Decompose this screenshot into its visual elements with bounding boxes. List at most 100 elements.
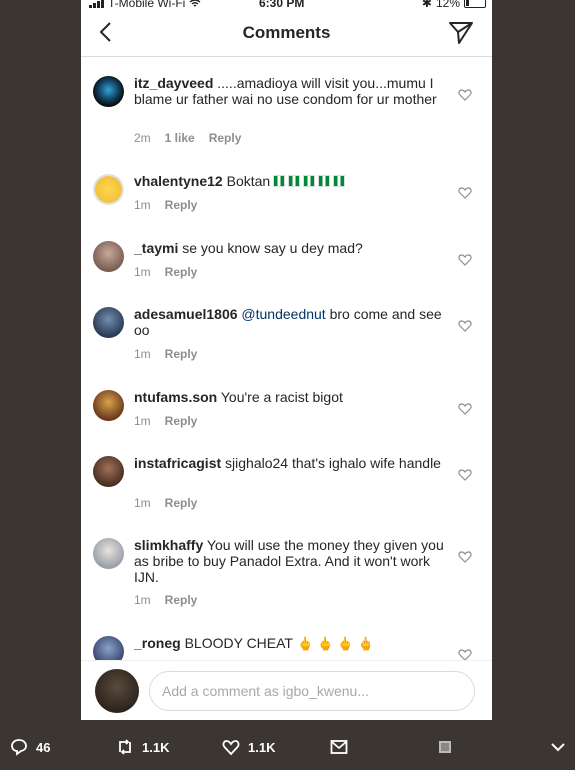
comment-body: Boktan xyxy=(222,173,271,189)
comment-text: itz_dayveed .....amadioya will visit you… xyxy=(134,75,444,107)
comment-meta: 1m Reply xyxy=(134,265,197,279)
comment-body: You're a racist bigot xyxy=(217,389,343,405)
comment-text: vhalentyne12 Boktan xyxy=(134,173,444,189)
battery-label: 12% xyxy=(435,0,460,10)
heart-icon[interactable] xyxy=(458,550,472,564)
comments-header: Comments xyxy=(81,12,492,57)
heart-icon[interactable] xyxy=(458,319,472,333)
chevron-down-icon xyxy=(551,743,565,752)
like-count: 1.1K xyxy=(248,739,276,755)
comment-text: instafricagist sjighalo24 that's ighalo … xyxy=(134,455,444,471)
comment-time: 1m xyxy=(134,496,151,510)
comment-username[interactable]: slimkhaffy xyxy=(134,537,203,553)
like-action[interactable]: 1.1K xyxy=(222,738,275,756)
middle-finger-emoji: 🖕 xyxy=(357,636,374,651)
reply-action[interactable]: 46 xyxy=(10,738,50,756)
avatar[interactable] xyxy=(93,456,124,487)
battery-icon xyxy=(464,0,486,8)
comment-body: se you know say u dey mad? xyxy=(178,240,363,256)
comment-likes[interactable]: 1 like xyxy=(165,131,195,145)
retweet-action[interactable]: 1.1K xyxy=(116,738,169,756)
comment-meta: 1m Reply xyxy=(134,496,197,510)
comment-username[interactable]: itz_dayveed xyxy=(134,75,213,91)
comment-mention[interactable]: @tundeednut xyxy=(238,306,325,322)
reply-icon xyxy=(11,739,27,756)
comment-text: ntufams.son You're a racist bigot xyxy=(134,389,444,405)
avatar[interactable] xyxy=(93,76,124,107)
heart-icon[interactable] xyxy=(458,88,472,102)
comment-time: 2m xyxy=(134,131,151,145)
comment-text: slimkhaffy You will use the money they g… xyxy=(134,537,444,585)
reply-button[interactable]: Reply xyxy=(209,131,242,145)
comment-username[interactable]: ntufams.son xyxy=(134,389,217,405)
media-action[interactable] xyxy=(436,738,454,756)
comment-time: 1m xyxy=(134,414,151,428)
retweet-count: 1.1K xyxy=(142,739,170,755)
signal-icon xyxy=(89,0,104,8)
comment-time: 1m xyxy=(134,198,151,212)
direct-send-icon[interactable] xyxy=(448,20,474,46)
retweet-icon xyxy=(119,739,131,755)
wifi-icon xyxy=(189,0,201,7)
comment-body: sjighalo24 that's ighalo wife handle xyxy=(221,455,441,471)
bluetooth-icon: ✱ xyxy=(421,0,432,10)
nigeria-flag-icon xyxy=(318,175,331,187)
comment-time: 1m xyxy=(134,347,151,361)
more-action[interactable] xyxy=(549,738,567,756)
comment-username[interactable]: adesamuel1806 xyxy=(134,306,238,322)
comment-username[interactable]: _taymi xyxy=(134,240,178,256)
reply-count: 46 xyxy=(36,739,51,755)
envelope-icon xyxy=(330,740,348,754)
like-icon xyxy=(222,740,240,756)
comment-username[interactable]: vhalentyne12 xyxy=(134,173,223,189)
status-right: ✱ 12% xyxy=(422,0,486,10)
avatar[interactable] xyxy=(93,538,124,569)
comment-username[interactable]: _roneg xyxy=(134,635,181,651)
status-time: 6:30 PM xyxy=(259,0,305,10)
reply-button[interactable]: Reply xyxy=(165,265,198,279)
avatar[interactable] xyxy=(93,390,124,421)
comment-body: BLOODY CHEAT xyxy=(180,635,293,651)
comment-meta: 1m Reply xyxy=(134,198,197,212)
heart-icon[interactable] xyxy=(458,253,472,267)
reply-button[interactable]: Reply xyxy=(165,347,198,361)
middle-finger-emoji: 🖕 xyxy=(317,636,334,651)
comment-input[interactable] xyxy=(149,671,475,711)
reply-button[interactable]: Reply xyxy=(165,496,198,510)
comment-meta: 2m 1 like Reply xyxy=(134,131,241,145)
status-bar: T-Mobile Wi-Fi 6:30 PM ✱ 12% xyxy=(81,0,492,10)
reply-button[interactable]: Reply xyxy=(165,414,198,428)
avatar[interactable] xyxy=(93,307,124,338)
middle-finger-emoji: 🖕 xyxy=(337,636,354,651)
page-title: Comments xyxy=(242,23,331,42)
heart-icon[interactable] xyxy=(458,402,472,416)
message-action[interactable] xyxy=(330,738,348,756)
image-icon xyxy=(439,741,451,753)
comment-input-bar xyxy=(81,660,492,720)
nigeria-flag-icon xyxy=(273,175,286,187)
instagram-comments-screen: T-Mobile Wi-Fi 6:30 PM ✱ 12% Comments it… xyxy=(81,0,492,720)
heart-icon[interactable] xyxy=(458,468,472,482)
comment-time: 1m xyxy=(134,593,151,607)
nigeria-flag-icon xyxy=(333,175,346,187)
comment-meta: 1m Reply xyxy=(134,347,197,361)
avatar[interactable] xyxy=(93,174,124,205)
current-user-avatar xyxy=(95,669,139,713)
status-left: T-Mobile Wi-Fi xyxy=(89,0,201,10)
tweet-action-bar: 46 1.1K 1.1K xyxy=(0,726,575,770)
comment-text: _taymi se you know say u dey mad? xyxy=(134,240,444,256)
heart-icon[interactable] xyxy=(458,186,472,200)
reply-button[interactable]: Reply xyxy=(165,593,198,607)
carrier-label: T-Mobile Wi-Fi xyxy=(108,0,186,10)
nigeria-flag-icon xyxy=(288,175,301,187)
comment-username[interactable]: instafricagist xyxy=(134,455,221,471)
nigeria-flag-icon xyxy=(303,175,316,187)
reply-button[interactable]: Reply xyxy=(165,198,198,212)
comment-meta: 1m Reply xyxy=(134,414,197,428)
avatar[interactable] xyxy=(93,241,124,272)
comment-text: adesamuel1806 @tundeednut bro come and s… xyxy=(134,306,444,338)
middle-finger-emoji: 🖕 xyxy=(296,636,314,651)
comment-time: 1m xyxy=(134,265,151,279)
comment-meta: 1m Reply xyxy=(134,593,197,607)
comment-text: _roneg BLOODY CHEAT 🖕 🖕 🖕 🖕 xyxy=(134,635,444,652)
